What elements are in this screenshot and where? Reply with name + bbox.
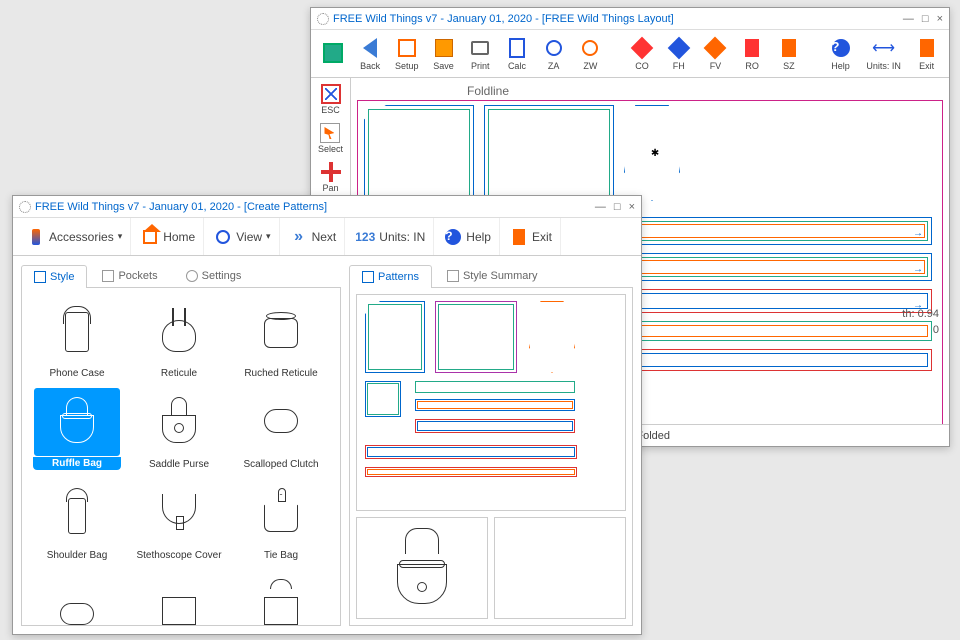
info-zero: 0 <box>933 324 939 336</box>
tab-pockets[interactable]: Pockets <box>89 264 170 287</box>
window-controls: — □ × <box>595 201 635 213</box>
back-button[interactable]: Back <box>354 32 387 76</box>
chip-icon[interactable] <box>317 32 350 76</box>
pattern-piece[interactable]: ✱ <box>624 105 680 201</box>
123-icon: 123 <box>355 230 375 244</box>
layout-toolbar: Back Setup Save Print Calc ZA ZW CO FH F… <box>311 30 949 78</box>
window-controls: — □ × <box>903 13 943 25</box>
za-button[interactable]: ZA <box>537 32 570 76</box>
pattern-piece-inner <box>368 109 470 197</box>
close-button[interactable]: × <box>629 201 635 213</box>
pockets-icon <box>102 270 114 282</box>
accessories-menu[interactable]: Accessories▾ <box>19 218 131 255</box>
fh-button[interactable]: FH <box>662 32 695 76</box>
minimize-button[interactable]: — <box>903 13 914 25</box>
pattern-preview-main[interactable] <box>356 294 626 511</box>
sz-button[interactable]: SZ <box>773 32 806 76</box>
select-tool[interactable]: Select <box>318 123 343 154</box>
style-item-partial[interactable] <box>234 569 328 626</box>
co-button[interactable]: CO <box>626 32 659 76</box>
style-item-phone-case[interactable]: Phone Case <box>30 296 124 379</box>
settings-icon <box>186 270 198 282</box>
layout-titlebar[interactable]: FREE Wild Things v7 - January 01, 2020 -… <box>311 8 949 30</box>
layout-title: FREE Wild Things v7 - January 01, 2020 -… <box>333 13 674 25</box>
app-icon <box>19 201 31 213</box>
style-item-reticule[interactable]: Reticule <box>132 296 226 379</box>
maximize-button[interactable]: □ <box>614 201 621 213</box>
left-panel: Style Pockets Settings Phone Case Reticu… <box>21 264 341 626</box>
close-button[interactable]: × <box>937 13 943 25</box>
tab-style-summary[interactable]: Style Summary <box>434 264 551 287</box>
style-item-shoulder-bag[interactable]: Shoulder Bag <box>30 478 124 561</box>
view-menu[interactable]: View▾ <box>206 218 279 255</box>
pan-tool[interactable]: Pan <box>321 162 341 193</box>
create-titlebar[interactable]: FREE Wild Things v7 - January 01, 2020 -… <box>13 196 641 218</box>
create-toolbar: Accessories▾ Home View▾ »Next 123Units: … <box>13 218 641 256</box>
summary-icon <box>447 270 459 282</box>
style-icon <box>34 271 46 283</box>
double-arrow-icon: » <box>290 228 308 246</box>
help-button[interactable]: ?Help <box>824 32 857 76</box>
fv-button[interactable]: FV <box>699 32 732 76</box>
calc-button[interactable]: Calc <box>501 32 534 76</box>
patterns-panel <box>349 288 633 626</box>
chevron-down-icon: ▾ <box>118 231 123 242</box>
setup-button[interactable]: Setup <box>390 32 423 76</box>
style-item-stethoscope-cover[interactable]: Stethoscope Cover <box>132 478 226 561</box>
create-window: FREE Wild Things v7 - January 01, 2020 -… <box>12 195 642 635</box>
style-item-partial[interactable] <box>132 569 226 626</box>
left-tabs: Style Pockets Settings <box>21 264 341 288</box>
foldline-label: Foldline <box>467 84 943 98</box>
create-title: FREE Wild Things v7 - January 01, 2020 -… <box>35 201 327 213</box>
tab-patterns[interactable]: Patterns <box>349 265 432 288</box>
chevron-down-icon: ▾ <box>266 231 271 242</box>
minimize-button[interactable]: — <box>595 201 606 213</box>
tab-settings[interactable]: Settings <box>173 264 255 287</box>
style-item-ruched-reticule[interactable]: Ruched Reticule <box>234 296 328 379</box>
exit-button[interactable]: Exit <box>910 32 943 76</box>
app-icon <box>317 13 329 25</box>
esc-tool[interactable]: ESC <box>321 84 341 115</box>
style-item-saddle-purse[interactable]: Saddle Purse <box>132 387 226 470</box>
zw-button[interactable]: ZW <box>574 32 607 76</box>
patterns-icon <box>362 271 374 283</box>
style-item-scalloped-clutch[interactable]: Scalloped Clutch <box>234 387 328 470</box>
help-button[interactable]: ?Help <box>436 218 500 255</box>
exit-button[interactable]: Exit <box>502 218 561 255</box>
style-grid: Phone Case Reticule Ruched Reticule Ruff… <box>21 288 341 626</box>
pattern-piece-inner <box>488 109 610 197</box>
right-tabs: Patterns Style Summary <box>349 264 633 288</box>
units-toggle[interactable]: 123Units: IN <box>347 218 434 255</box>
units-toggle[interactable]: ⟷Units: IN <box>861 32 906 76</box>
next-button[interactable]: »Next <box>282 218 346 255</box>
pattern-preview-empty[interactable] <box>494 517 626 619</box>
tab-style[interactable]: Style <box>21 265 87 288</box>
print-button[interactable]: Print <box>464 32 497 76</box>
style-item-tie-bag[interactable]: Tie Bag <box>234 478 328 561</box>
style-item-ruffle-bag[interactable]: Ruffle Bag <box>30 387 124 470</box>
ro-button[interactable]: RO <box>736 32 769 76</box>
home-button[interactable]: Home <box>133 218 204 255</box>
right-panel: Patterns Style Summary <box>349 264 633 626</box>
pattern-preview-thumb[interactable] <box>356 517 488 619</box>
maximize-button[interactable]: □ <box>922 13 929 25</box>
info-th: th: 0.94 <box>902 308 939 320</box>
save-button[interactable]: Save <box>427 32 460 76</box>
style-item-partial[interactable] <box>30 569 124 626</box>
